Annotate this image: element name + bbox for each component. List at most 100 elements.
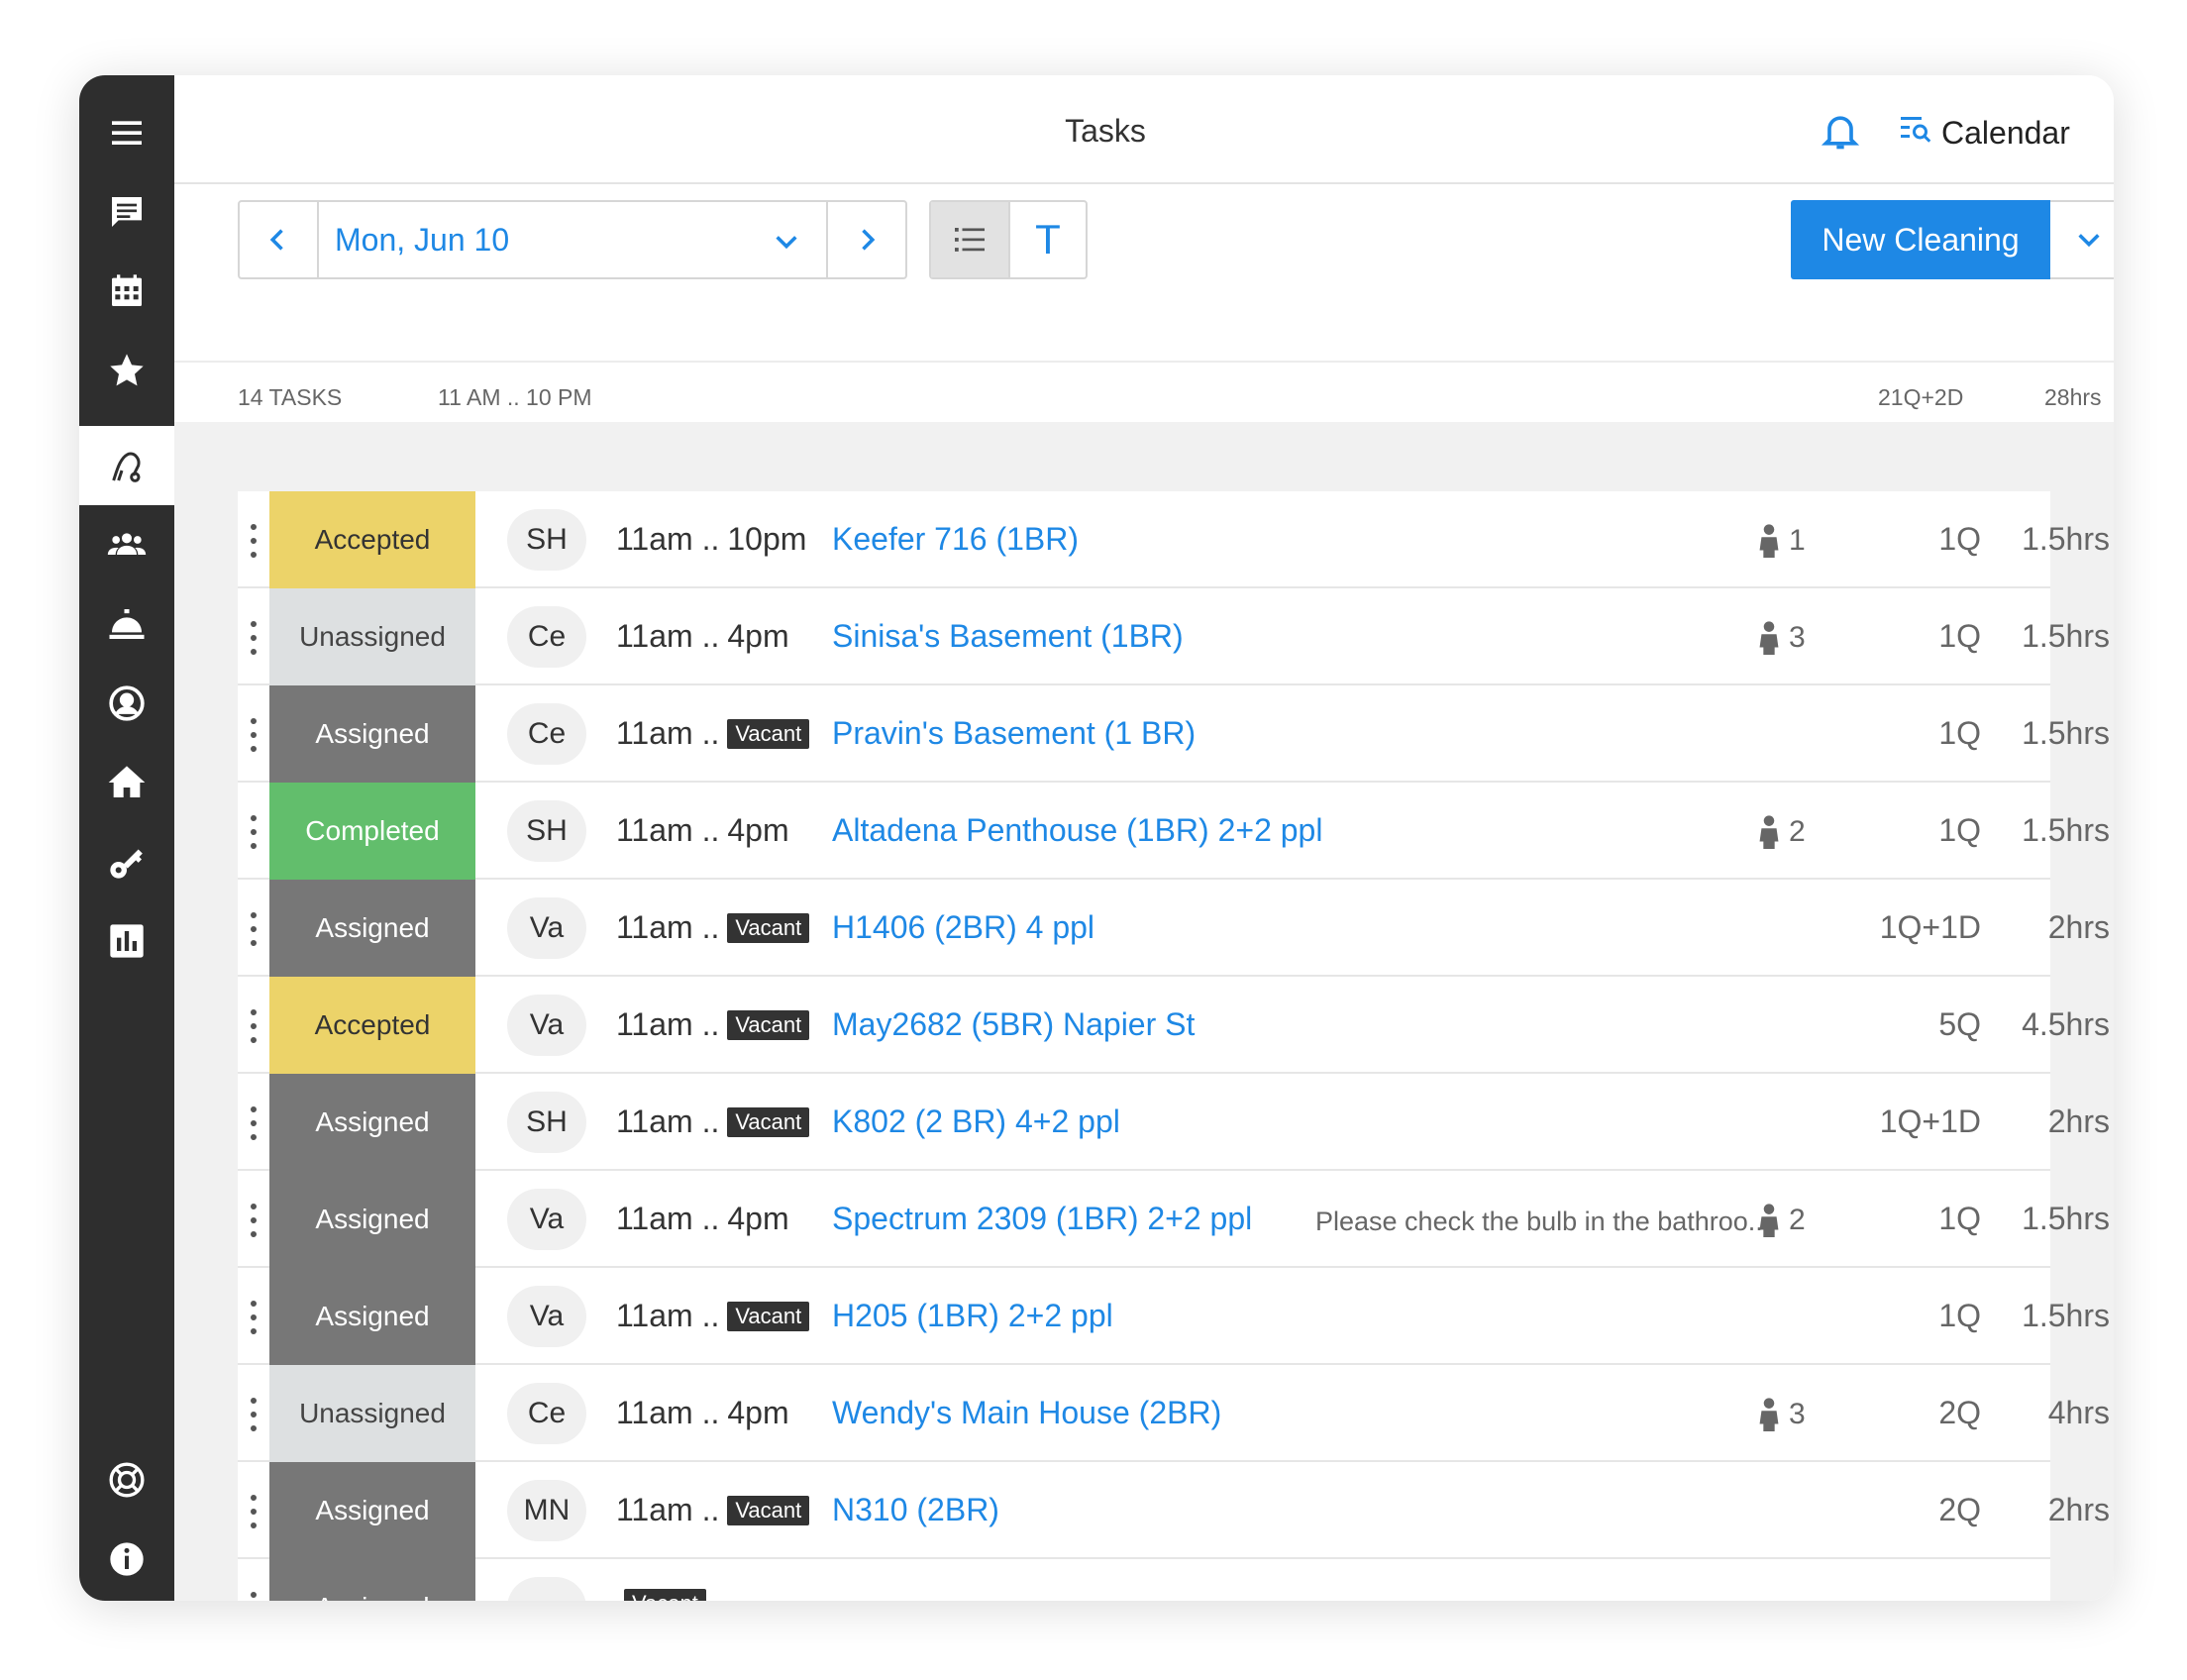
timeline-view-button[interactable]: T bbox=[1008, 202, 1086, 277]
property-link[interactable]: K802 (2 BR) 4+2 ppl bbox=[832, 1103, 1120, 1140]
next-day-button[interactable] bbox=[828, 202, 905, 277]
help-icon[interactable] bbox=[79, 1440, 174, 1520]
task-row[interactable]: Assigned Vacant bbox=[238, 1559, 2050, 1601]
assignee-avatar[interactable]: Ce bbox=[507, 1383, 586, 1444]
property-link[interactable]: Sinisa's Basement (1BR) bbox=[832, 618, 1184, 655]
drag-handle-icon[interactable] bbox=[244, 1201, 263, 1240]
drag-handle-icon[interactable] bbox=[244, 1492, 263, 1531]
property-link[interactable]: H205 (1BR) 2+2 ppl bbox=[832, 1298, 1113, 1334]
assignee-avatar[interactable]: MN bbox=[507, 1480, 586, 1541]
status-badge[interactable]: Unassigned bbox=[269, 1365, 475, 1462]
status-badge[interactable]: Assigned bbox=[269, 1559, 475, 1601]
assignee-avatar[interactable]: SH bbox=[507, 509, 586, 571]
task-quantity: 1Q bbox=[1938, 715, 1981, 751]
task-row[interactable]: Completed SH 11am .. 4pm Altadena Pentho… bbox=[238, 783, 2110, 880]
guest-count: 2 bbox=[1759, 814, 1806, 850]
status-badge[interactable]: Assigned bbox=[269, 685, 475, 783]
assignee-avatar[interactable]: SH bbox=[507, 1092, 586, 1153]
reception-bell-icon[interactable] bbox=[79, 584, 174, 664]
property-link[interactable]: N310 (2BR) bbox=[832, 1492, 999, 1528]
task-row[interactable]: Assigned Ce 11am .. Vacant Pravin's Base… bbox=[238, 685, 2110, 783]
assignee-avatar[interactable]: Ce bbox=[507, 606, 586, 668]
task-hours: 2hrs bbox=[2047, 909, 2110, 945]
property-link[interactable]: Altadena Penthouse (1BR) 2+2 ppl bbox=[832, 812, 1322, 849]
guest-count-value: 3 bbox=[1789, 621, 1806, 654]
new-cleaning-dropdown[interactable] bbox=[2050, 200, 2114, 279]
task-row[interactable]: Unassigned Ce 11am .. 4pm Wendy's Main H… bbox=[238, 1365, 2110, 1462]
home-icon[interactable] bbox=[79, 743, 174, 822]
task-count: 14 TASKS bbox=[238, 384, 343, 410]
assignee-avatar[interactable]: Va bbox=[507, 1286, 586, 1347]
vacant-badge: Vacant bbox=[727, 1009, 810, 1040]
messages-icon[interactable] bbox=[79, 172, 174, 252]
status-badge[interactable]: Accepted bbox=[269, 977, 475, 1074]
date-picker: Mon, Jun 10 bbox=[238, 200, 907, 279]
drag-handle-icon[interactable] bbox=[244, 1589, 263, 1601]
drag-handle-icon[interactable] bbox=[244, 1395, 263, 1434]
drag-handle-icon[interactable] bbox=[244, 1298, 263, 1337]
task-row[interactable]: Accepted SH 11am .. 10pm Keefer 716 (1BR… bbox=[238, 491, 2110, 588]
assignee-avatar[interactable] bbox=[507, 1577, 586, 1601]
status-badge[interactable]: Accepted bbox=[269, 491, 475, 588]
menu-icon[interactable] bbox=[79, 93, 174, 172]
property-link[interactable]: May2682 (5BR) Napier St bbox=[832, 1006, 1195, 1043]
calendar-button[interactable]: Calendar bbox=[1898, 111, 2070, 155]
time-start: 11am .. bbox=[616, 1492, 720, 1527]
bell-icon[interactable] bbox=[1819, 109, 1862, 153]
task-row[interactable]: Assigned Va 11am .. Vacant H205 (1BR) 2+… bbox=[238, 1268, 2110, 1365]
key-icon[interactable] bbox=[79, 822, 174, 901]
task-quantity: 2Q bbox=[1938, 1492, 1981, 1527]
drag-handle-icon[interactable] bbox=[244, 521, 263, 561]
cleaning-icon[interactable] bbox=[79, 426, 174, 505]
task-row[interactable]: Assigned SH 11am .. Vacant K802 (2 BR) 4… bbox=[238, 1074, 2110, 1171]
property-link[interactable]: Wendy's Main House (2BR) bbox=[832, 1395, 1221, 1431]
total-qty: 21Q+2D bbox=[1878, 384, 1964, 410]
info-icon[interactable] bbox=[79, 1520, 174, 1599]
status-badge[interactable]: Unassigned bbox=[269, 588, 475, 685]
drag-handle-icon[interactable] bbox=[244, 715, 263, 755]
new-cleaning-button[interactable]: New Cleaning bbox=[1791, 200, 2050, 279]
task-row[interactable]: Assigned Va 11am .. Vacant H1406 (2BR) 4… bbox=[238, 880, 2110, 977]
assignee-avatar[interactable]: Va bbox=[507, 897, 586, 959]
calendar-icon[interactable] bbox=[79, 252, 174, 331]
status-badge[interactable]: Assigned bbox=[269, 1268, 475, 1365]
property-link[interactable]: Pravin's Basement (1 BR) bbox=[832, 715, 1196, 752]
chart-icon[interactable] bbox=[79, 901, 174, 981]
assignee-avatar[interactable]: Ce bbox=[507, 703, 586, 765]
task-row[interactable]: Accepted Va 11am .. Vacant May2682 (5BR)… bbox=[238, 977, 2110, 1074]
assignee-avatar[interactable]: SH bbox=[507, 800, 586, 862]
assignee-avatar[interactable]: Va bbox=[507, 995, 586, 1056]
property-link[interactable]: Keefer 716 (1BR) bbox=[832, 521, 1079, 558]
task-hours: 2hrs bbox=[2047, 1492, 2110, 1527]
status-badge[interactable]: Assigned bbox=[269, 880, 475, 977]
list-view-button[interactable] bbox=[931, 202, 1008, 277]
prev-day-button[interactable] bbox=[240, 202, 317, 277]
status-badge[interactable]: Assigned bbox=[269, 1462, 475, 1559]
status-badge[interactable]: Assigned bbox=[269, 1074, 475, 1171]
guest-count: 3 bbox=[1759, 1397, 1806, 1432]
property-link[interactable]: H1406 (2BR) 4 ppl bbox=[832, 909, 1094, 946]
team-icon[interactable] bbox=[79, 505, 174, 584]
assignee-avatar[interactable]: Va bbox=[507, 1189, 586, 1250]
task-quantity: 1Q+1D bbox=[1879, 1103, 1981, 1139]
drag-handle-icon[interactable] bbox=[244, 618, 263, 658]
guest-count-value: 2 bbox=[1789, 815, 1806, 848]
star-icon[interactable] bbox=[79, 331, 174, 410]
property-link[interactable]: Spectrum 2309 (1BR) 2+2 ppl bbox=[832, 1201, 1252, 1237]
task-row[interactable]: Assigned MN 11am .. Vacant N310 (2BR) 2Q… bbox=[238, 1462, 2110, 1559]
date-select[interactable]: Mon, Jun 10 bbox=[317, 202, 828, 277]
drag-handle-icon[interactable] bbox=[244, 909, 263, 949]
status-badge[interactable]: Assigned bbox=[269, 1171, 475, 1268]
guest-count: 1 bbox=[1759, 523, 1806, 559]
task-row[interactable]: Unassigned Ce 11am .. 4pm Sinisa's Basem… bbox=[238, 588, 2110, 685]
vacant-badge: Vacant bbox=[727, 912, 810, 943]
vacant-badge: Vacant bbox=[727, 1495, 810, 1525]
task-row[interactable]: Assigned Va 11am .. 4pm Spectrum 2309 (1… bbox=[238, 1171, 2110, 1268]
total-hours: 28hrs bbox=[2044, 384, 2102, 410]
drag-handle-icon[interactable] bbox=[244, 812, 263, 852]
drag-handle-icon[interactable] bbox=[244, 1006, 263, 1046]
status-badge[interactable]: Completed bbox=[269, 783, 475, 880]
drag-handle-icon[interactable] bbox=[244, 1103, 263, 1143]
task-summary: 14 TASKS 11 AM .. 10 PM 21Q+2D 28hrs bbox=[174, 361, 2114, 420]
account-icon[interactable] bbox=[79, 664, 174, 743]
